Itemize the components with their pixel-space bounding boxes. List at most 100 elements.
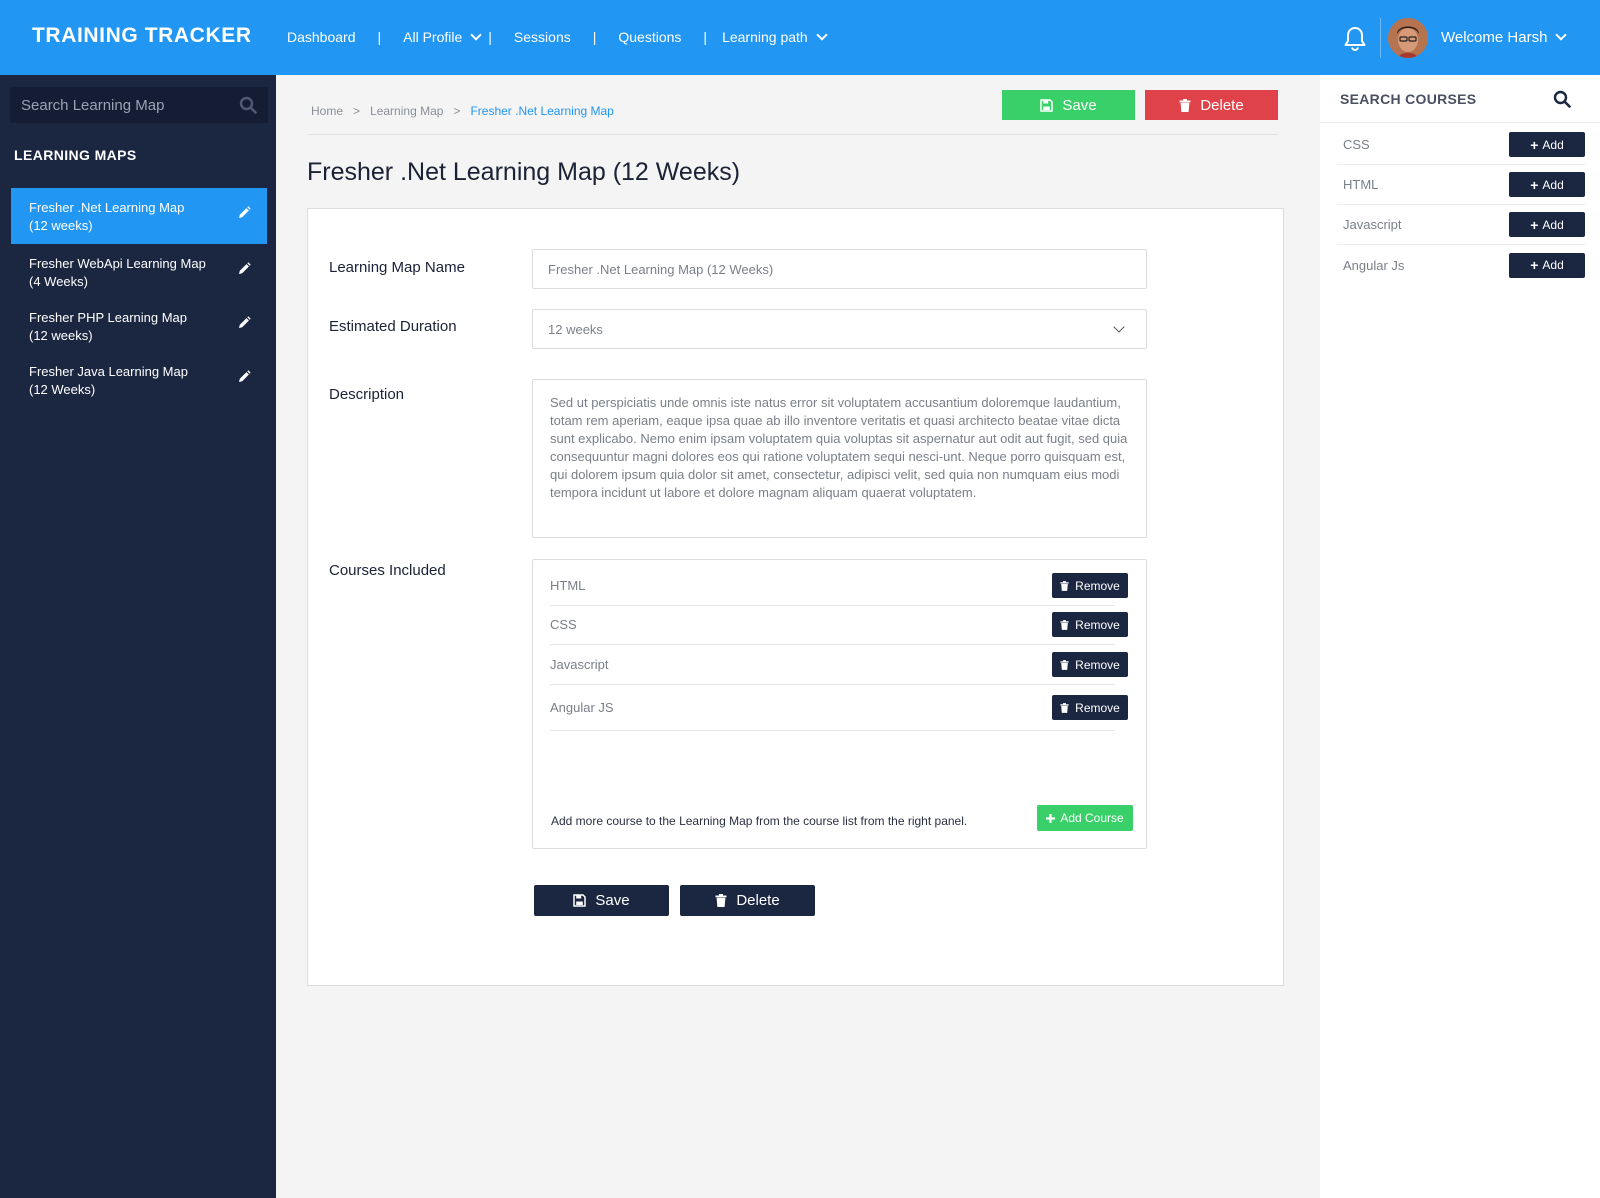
course-list-item: HTML + Add: [1337, 165, 1585, 205]
nav-learning-path[interactable]: Learning path: [722, 28, 828, 45]
sidebar-item-sublabel: (4 Weeks): [29, 274, 88, 289]
add-course-button[interactable]: Add Course: [1037, 805, 1133, 831]
course-name: Angular JS: [550, 700, 614, 715]
course-row: CSS Remove: [550, 605, 1128, 645]
add-button[interactable]: + Add: [1509, 212, 1585, 237]
courses-included-box: HTML Remove CSS Remove Javascript Remove: [532, 559, 1147, 849]
nav-questions-label: Questions: [618, 29, 682, 45]
course-name: HTML: [550, 578, 586, 593]
nav-sessions[interactable]: Sessions: [514, 29, 571, 45]
nav-dashboard-label: Dashboard: [287, 29, 356, 45]
add-course-button-label: Add Course: [1060, 811, 1124, 825]
avatar[interactable]: [1388, 18, 1428, 58]
sidebar-item-label: Fresher WebApi Learning Map: [29, 256, 206, 271]
delete-button[interactable]: Delete: [680, 885, 815, 916]
page-title: Fresher .Net Learning Map (12 Weeks): [307, 158, 741, 186]
remove-button[interactable]: Remove: [1052, 612, 1128, 637]
add-button-label: Add: [1542, 217, 1564, 232]
sidebar-item-label: Fresher PHP Learning Map: [29, 310, 188, 325]
course-row: Javascript Remove: [550, 645, 1128, 685]
sidebar-item-fresher-net[interactable]: Fresher .Net Learning Map (12 weeks): [11, 188, 267, 244]
sidebar-item-fresher-php[interactable]: Fresher PHP Learning Map (12 weeks): [11, 298, 267, 352]
learning-map-form: Learning Map Name Estimated Duration 12 …: [307, 208, 1284, 986]
plus-icon: [1046, 813, 1056, 823]
top-navbar: TRAINING TRACKER Dashboard | All Profile…: [0, 0, 1600, 75]
chevron-down-icon: [1113, 321, 1125, 333]
course-search-panel: SEARCH COURSES CSS + Add HTML + Add Javasc…: [1320, 75, 1600, 1198]
nav-all-profile[interactable]: All Profile: [403, 28, 482, 45]
save-button[interactable]: Save: [534, 885, 669, 916]
breadcrumb-learning-map[interactable]: Learning Map: [370, 104, 443, 118]
trash-icon: [1179, 98, 1191, 112]
course-name: Angular Js: [1343, 257, 1405, 273]
chevron-down-icon: [816, 28, 828, 41]
nav-dashboard[interactable]: Dashboard: [287, 29, 356, 45]
pencil-icon[interactable]: [237, 206, 251, 220]
search-icon[interactable]: [239, 96, 257, 114]
header-divider: [1380, 18, 1381, 58]
course-name: Javascript: [1343, 217, 1402, 232]
nav-separator: |: [703, 29, 708, 45]
course-list-item: Angular Js + Add: [1337, 245, 1585, 285]
nav-questions[interactable]: Questions: [618, 29, 681, 45]
nav-sessions-label: Sessions: [513, 29, 571, 45]
floppy-icon: [573, 894, 587, 907]
sidebar-item-label: Fresher Java Learning Map: [29, 364, 188, 379]
add-button[interactable]: + Add: [1509, 132, 1585, 157]
sidebar-item-fresher-java[interactable]: Fresher Java Learning Map (12 Weeks): [11, 352, 267, 406]
courses-hint: Add more course to the Learning Map from…: [551, 814, 968, 828]
add-button-label: Add: [1542, 258, 1564, 272]
trash-icon: [1060, 702, 1069, 713]
description-textarea[interactable]: Sed ut perspiciatis unde omnis iste natu…: [532, 379, 1147, 538]
sidebar-item-fresher-webapi[interactable]: Fresher WebApi Learning Map (4 Weeks): [11, 244, 267, 298]
nav-learning-path-label: Learning path: [722, 29, 808, 45]
sidebar-item-sublabel: (12 Weeks): [29, 382, 96, 397]
search-learning-map-input[interactable]: [21, 96, 231, 114]
add-button-label: Add: [1542, 177, 1564, 192]
remove-button[interactable]: Remove: [1052, 573, 1128, 598]
name-label: Learning Map Name: [329, 259, 465, 276]
bell-icon[interactable]: [1343, 26, 1367, 52]
search-icon[interactable]: [1553, 90, 1571, 108]
duration-select[interactable]: 12 weeks: [532, 309, 1147, 349]
save-button-label: Save: [595, 892, 630, 909]
remove-button-label: Remove: [1075, 700, 1120, 715]
breadcrumb: Home > Learning Map > Fresher .Net Learn…: [311, 104, 624, 118]
remove-button[interactable]: Remove: [1052, 695, 1128, 720]
sidebar-item-sublabel: (12 weeks): [29, 218, 93, 233]
remove-button-label: Remove: [1075, 657, 1120, 672]
sidebar-search: [10, 87, 268, 123]
sidebar-title: LEARNING MAPS: [14, 147, 137, 163]
plus-icon: +: [1530, 176, 1539, 193]
remove-button-label: Remove: [1075, 617, 1120, 632]
delete-button-label: Delete: [736, 892, 780, 909]
trash-icon: [1060, 619, 1069, 630]
remove-button[interactable]: Remove: [1052, 652, 1128, 677]
pencil-icon[interactable]: [237, 370, 251, 384]
user-menu[interactable]: Welcome Harsh: [1441, 29, 1568, 46]
app-title: TRAINING TRACKER: [32, 24, 252, 47]
save-button[interactable]: Save: [1002, 90, 1135, 120]
add-button[interactable]: + Add: [1509, 172, 1585, 197]
delete-button-label: Delete: [1200, 96, 1244, 114]
breadcrumb-home[interactable]: Home: [311, 104, 343, 118]
pencil-icon[interactable]: [237, 316, 251, 330]
course-name: HTML: [1343, 177, 1379, 192]
floppy-icon: [1040, 98, 1054, 112]
breadcrumb-separator: >: [353, 104, 361, 118]
trash-icon: [1060, 580, 1069, 591]
delete-button[interactable]: Delete: [1145, 90, 1278, 120]
pencil-icon[interactable]: [237, 262, 251, 276]
learning-map-name-input[interactable]: [548, 261, 1131, 277]
name-field-wrapper: [532, 249, 1147, 289]
course-row: Angular JS Remove: [550, 685, 1128, 731]
trash-icon: [1060, 659, 1069, 670]
divider: [1320, 122, 1600, 123]
breadcrumb-separator: >: [453, 104, 461, 118]
add-button[interactable]: + Add: [1509, 252, 1585, 278]
plus-icon: +: [1530, 216, 1539, 233]
chevron-down-icon: [470, 28, 482, 41]
course-name: Javascript: [550, 657, 609, 672]
description-label: Description: [329, 386, 405, 403]
courses-label: Courses Included: [329, 562, 446, 579]
